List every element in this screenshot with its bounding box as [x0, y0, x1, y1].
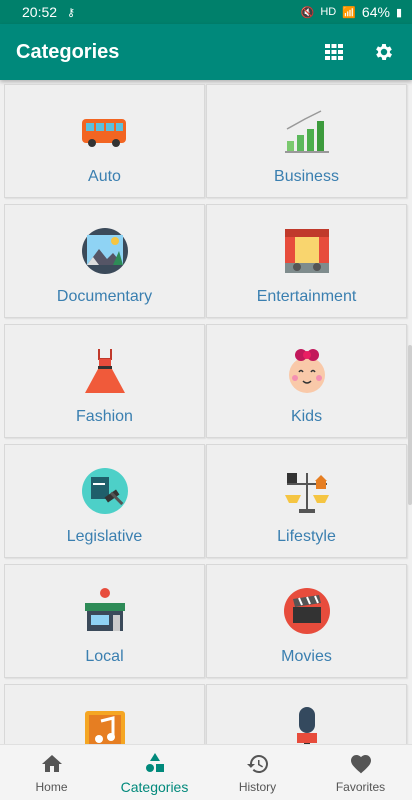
landscape-picture-icon [81, 228, 128, 274]
network-label: HD [320, 6, 337, 18]
page-title: Categories [16, 40, 120, 63]
category-label: Documentary [56, 288, 153, 305]
category-label: Entertainment [256, 288, 357, 305]
nav-label: History [238, 779, 277, 794]
shapes-icon [145, 752, 164, 772]
status-icons: 🔇 HD 📶 64% ▮ [301, 4, 402, 20]
store-location-icon [84, 588, 125, 631]
category-label: Legislative [66, 528, 143, 545]
balance-scale-icon [284, 473, 329, 513]
nav-categories[interactable]: Categories [103, 745, 206, 800]
nav-history[interactable]: History [206, 745, 309, 800]
home-icon [41, 754, 62, 772]
category-label: Business [274, 168, 339, 185]
bus-icon [81, 119, 126, 147]
nav-favorites[interactable]: Favorites [309, 745, 412, 800]
status-bar: 20:52 ⚷ 🔇 HD 📶 64% ▮ [0, 0, 412, 24]
baby-face-icon [288, 349, 325, 393]
category-auto[interactable]: Auto [4, 84, 205, 198]
music-note-icon [84, 711, 125, 744]
mute-icon: 🔇 [300, 6, 315, 19]
dress-icon [84, 349, 125, 393]
battery-percent: 64% [361, 4, 390, 20]
gear-icon[interactable] [372, 40, 396, 64]
scrollbar[interactable] [408, 345, 412, 505]
category-news[interactable] [206, 684, 407, 744]
category-label: Kids [290, 408, 323, 425]
category-music[interactable] [4, 684, 205, 744]
nav-label: Home [35, 779, 68, 794]
history-icon [246, 754, 268, 773]
wifi-icon: 📶 [342, 6, 356, 19]
category-kids[interactable]: Kids [206, 324, 407, 438]
category-label: Lifestyle [277, 528, 336, 545]
category-label: Auto [88, 168, 121, 185]
bottom-navigation: Home Categories History Favorites [0, 744, 412, 800]
category-local[interactable]: Local [4, 564, 205, 678]
grid-view-icon[interactable] [322, 40, 346, 64]
heart-icon [350, 754, 371, 773]
gavel-book-icon [81, 468, 128, 514]
news-microphone-icon [296, 707, 317, 744]
app-bar: Categories [0, 24, 412, 80]
category-label: Fashion [76, 408, 133, 425]
nav-label: Favorites [335, 779, 386, 794]
category-lifestyle[interactable]: Lifestyle [206, 444, 407, 558]
clapperboard-icon [283, 588, 330, 634]
bar-chart-growth-icon [284, 110, 329, 153]
nav-home[interactable]: Home [0, 745, 103, 800]
category-grid: Auto Business Documentary Entertainment [4, 84, 410, 744]
status-time: 20:52 [22, 4, 58, 20]
category-label: Local [85, 648, 124, 665]
category-movies[interactable]: Movies [206, 564, 407, 678]
category-label: Movies [281, 648, 332, 665]
battery-icon: ▮ [395, 6, 402, 19]
category-business[interactable]: Business [206, 84, 407, 198]
category-legislative[interactable]: Legislative [4, 444, 205, 558]
category-documentary[interactable]: Documentary [4, 204, 205, 318]
category-entertainment[interactable]: Entertainment [206, 204, 407, 318]
theater-stage-icon [284, 229, 329, 273]
category-fashion[interactable]: Fashion [4, 324, 205, 438]
nav-label: Categories [120, 778, 189, 795]
vpn-key-icon: ⚷ [67, 6, 76, 19]
